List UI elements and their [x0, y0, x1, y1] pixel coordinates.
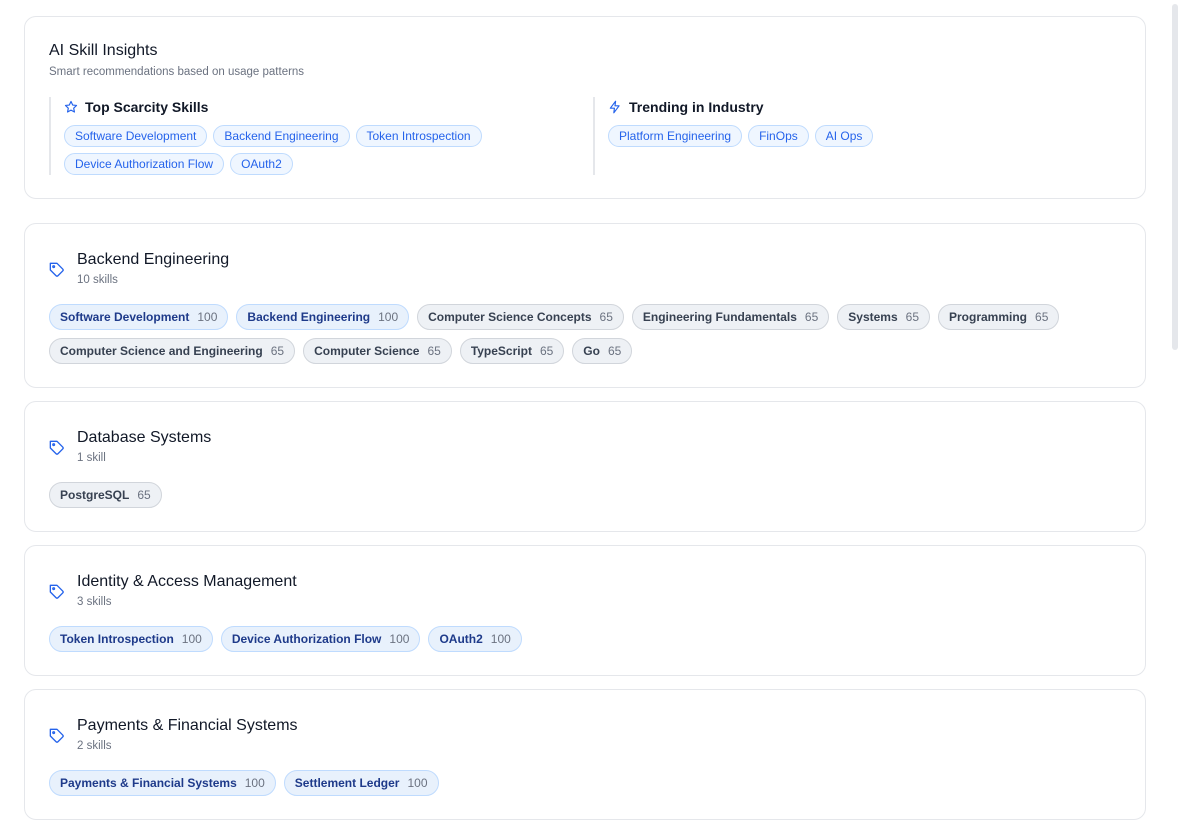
- category-title: Database Systems: [77, 429, 212, 446]
- top-scarcity-header: Top Scarcity Skills: [64, 97, 589, 117]
- skill-name: Computer Science Concepts: [428, 310, 592, 324]
- skill-chip[interactable]: Computer Science Concepts 65: [417, 304, 624, 330]
- category-card: Identity & Access Management 3 skills Toke…: [24, 545, 1146, 676]
- skill-score: 65: [539, 344, 554, 358]
- category-skill-list: Token Introspection 100 Device Authorizati…: [49, 626, 1121, 652]
- category-card: Database Systems 1 skill PostgreSQL 65: [24, 401, 1146, 532]
- skill-chip[interactable]: Settlement Ledger 100: [283, 770, 439, 796]
- skill-chip[interactable]: Backend Engineering 100: [236, 304, 410, 330]
- skill-name: Systems: [848, 310, 898, 324]
- scarcity-chip-list: Software Development Backend Engineering T…: [64, 125, 524, 175]
- scarcity-skill-chip[interactable]: Device Authorization Flow: [64, 153, 225, 175]
- ai-skill-insights-card: AI Skill Insights Smart recommendations …: [24, 16, 1146, 199]
- skill-name: Token Introspection: [60, 632, 174, 646]
- skill-name: Computer Science and Engineering: [60, 344, 263, 358]
- skill-chip[interactable]: Payments & Financial Systems 100: [49, 770, 276, 796]
- skill-score: 100: [490, 632, 511, 646]
- category-skill-count: 10 skills: [77, 274, 118, 286]
- skill-chip[interactable]: Computer Science 65: [303, 338, 452, 364]
- skill-chip[interactable]: Programming 65: [938, 304, 1060, 330]
- skill-name: PostgreSQL: [60, 488, 130, 502]
- skill-score: 65: [804, 310, 819, 324]
- star-icon: [64, 100, 78, 113]
- skill-score: 65: [599, 310, 613, 324]
- category-card: Backend Engineering 10 skills Software Dev…: [24, 223, 1146, 388]
- tag-icon: [49, 584, 65, 600]
- insights-title: AI Skill Insights: [49, 42, 158, 59]
- skill-name: TypeScript: [470, 344, 532, 358]
- skill-score: 65: [427, 344, 441, 358]
- category-skill-list: Payments & Financial Systems 100 Settlemen…: [49, 770, 1121, 796]
- trending-chip-list: Platform Engineering FinOps AI Ops: [608, 125, 1068, 147]
- skill-name: Payments & Financial Systems: [60, 776, 237, 790]
- category-title: Backend Engineering: [77, 251, 230, 268]
- skill-score: 100: [378, 310, 399, 324]
- skill-chip[interactable]: Systems 65: [837, 304, 930, 330]
- scarcity-skill-chip[interactable]: Backend Engineering: [213, 125, 350, 147]
- skill-score: 100: [389, 632, 410, 646]
- skill-score: 65: [905, 310, 919, 324]
- skill-name: Settlement Ledger: [294, 776, 400, 790]
- lightning-icon: [609, 100, 620, 114]
- tag-icon: [49, 728, 65, 744]
- skill-name: Programming: [949, 310, 1028, 324]
- category-skill-count: 3 skills: [77, 596, 112, 608]
- category-skill-list: PostgreSQL 65: [49, 482, 1121, 508]
- skill-chip[interactable]: Device Authorization Flow 100: [220, 626, 421, 652]
- skill-score: 65: [137, 488, 151, 502]
- skill-score: 100: [244, 776, 265, 790]
- skill-score: 100: [407, 776, 428, 790]
- skill-chip[interactable]: TypeScript 65: [459, 338, 565, 364]
- trending-skill-chip[interactable]: Platform Engineering: [608, 125, 743, 147]
- trending-section: Trending in Industry Platform Engineerin…: [593, 97, 1123, 175]
- skill-score: 100: [197, 310, 218, 324]
- category-title: Identity & Access Management: [77, 573, 297, 590]
- scarcity-skill-chip[interactable]: Software Development: [64, 125, 208, 147]
- skill-score: 65: [270, 344, 285, 358]
- skill-chip[interactable]: OAuth2 100: [428, 626, 522, 652]
- trending-title: Trending in Industry: [629, 99, 764, 115]
- skill-name: Go: [583, 344, 600, 358]
- skill-chip[interactable]: Computer Science and Engineering 65: [49, 338, 296, 364]
- category-skill-count: 1 skill: [77, 452, 106, 464]
- page-scrollbar[interactable]: [1172, 4, 1178, 350]
- category-skill-count: 2 skills: [77, 740, 112, 752]
- skill-name: OAuth2: [439, 632, 483, 646]
- skill-name: Engineering Fundamentals: [642, 310, 797, 324]
- top-scarcity-section: Top Scarcity Skills Software Development…: [49, 97, 589, 175]
- category-skill-list: Software Development 100 Backend Engineeri…: [49, 304, 1121, 364]
- skill-chip[interactable]: Token Introspection 100: [49, 626, 213, 652]
- skill-chip[interactable]: Go 65: [572, 338, 633, 364]
- top-scarcity-title: Top Scarcity Skills: [85, 99, 209, 115]
- trending-skill-chip[interactable]: FinOps: [748, 125, 809, 147]
- category-title: Payments & Financial Systems: [77, 717, 298, 734]
- skill-score: 65: [1035, 310, 1049, 324]
- skill-chip[interactable]: Software Development 100: [49, 304, 229, 330]
- skill-name: Computer Science: [314, 344, 420, 358]
- skill-chip[interactable]: PostgreSQL 65: [49, 482, 162, 508]
- skill-chip[interactable]: Engineering Fundamentals 65: [631, 304, 830, 330]
- trending-skill-chip[interactable]: AI Ops: [814, 125, 874, 147]
- tag-icon: [49, 440, 65, 456]
- skill-name: Device Authorization Flow: [231, 632, 382, 646]
- scarcity-skill-chip[interactable]: OAuth2: [230, 153, 293, 175]
- category-card: Payments & Financial Systems 2 skills Paym…: [24, 689, 1146, 820]
- tag-icon: [49, 262, 65, 278]
- skill-name: Backend Engineering: [247, 310, 371, 324]
- trending-header: Trending in Industry: [608, 97, 1123, 117]
- skill-name: Software Development: [60, 310, 190, 324]
- skill-score: 100: [181, 632, 202, 646]
- skill-score: 65: [607, 344, 622, 358]
- scarcity-skill-chip[interactable]: Token Introspection: [355, 125, 482, 147]
- insights-subtitle: Smart recommendations based on usage pat…: [49, 66, 305, 78]
